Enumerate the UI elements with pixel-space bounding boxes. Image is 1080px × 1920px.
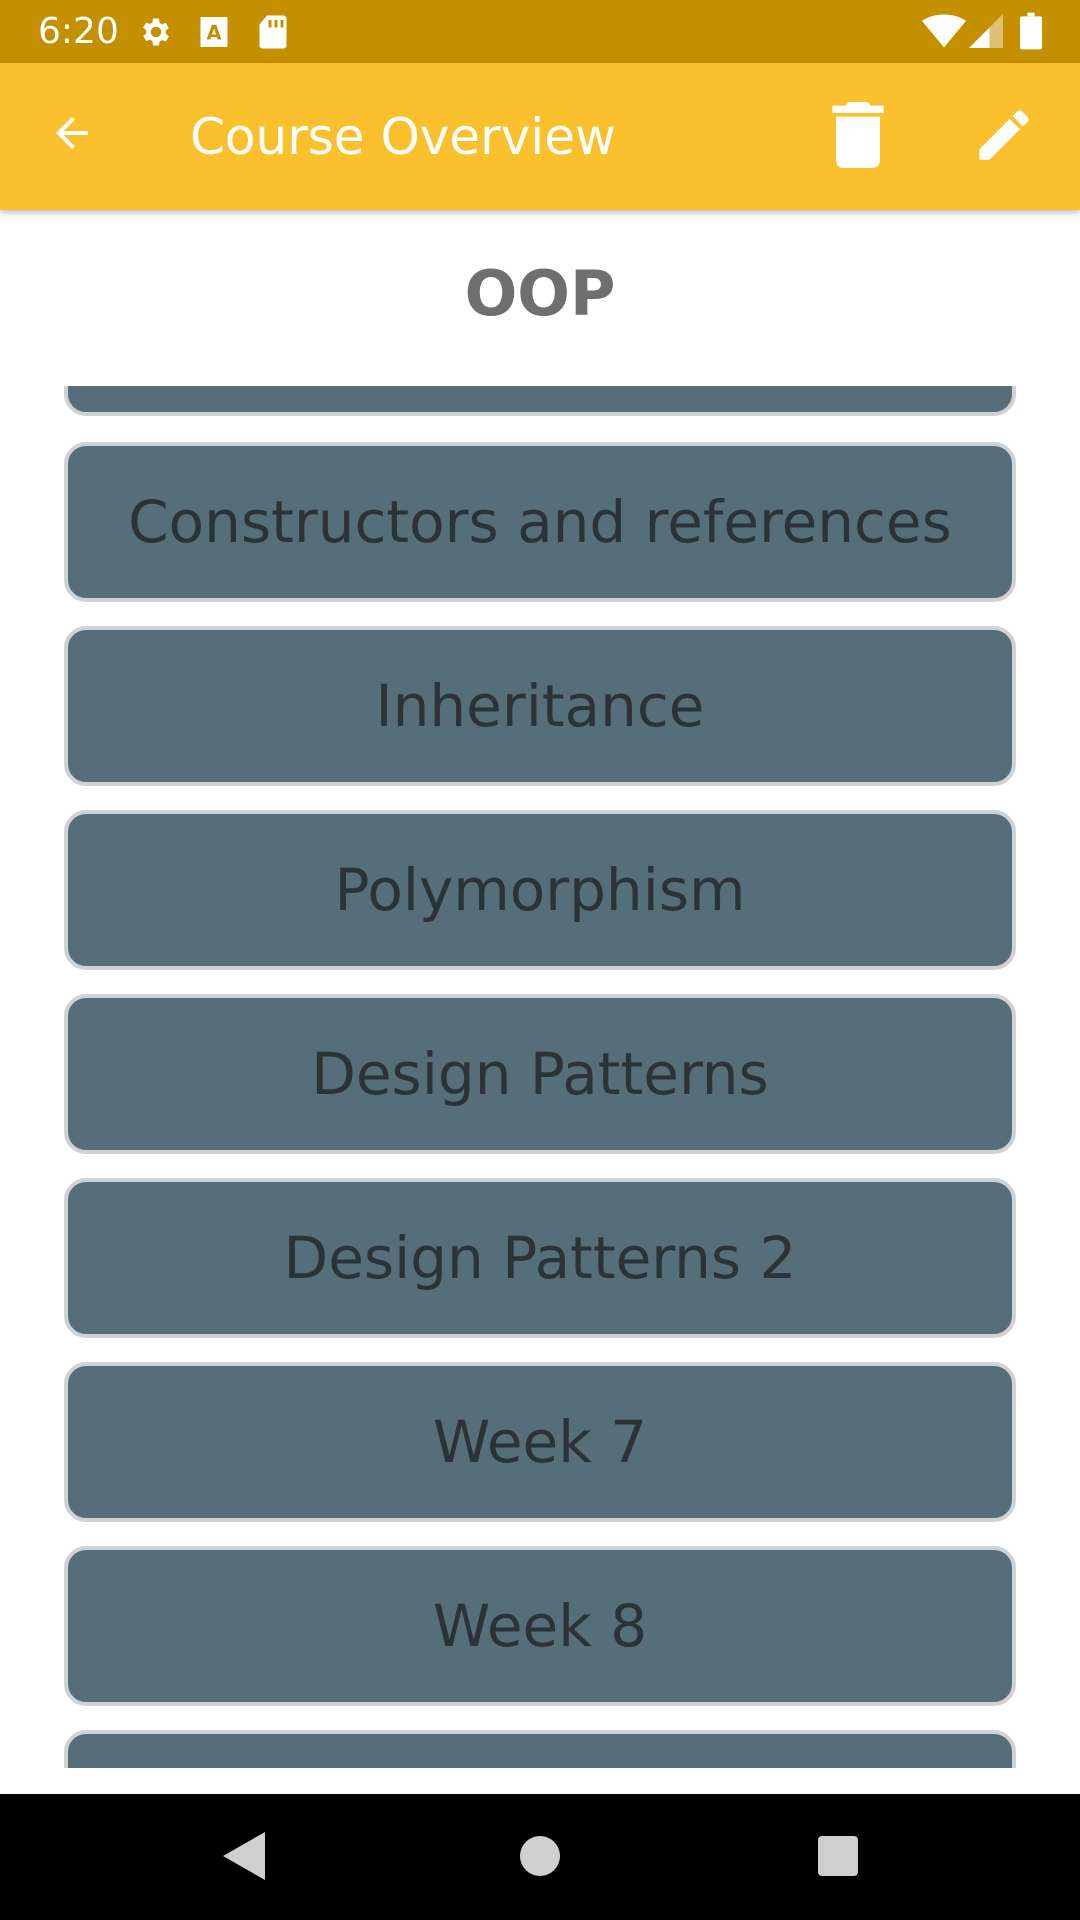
course-title: OOP — [464, 257, 616, 330]
svg-text:A: A — [206, 22, 221, 45]
week-item[interactable] — [64, 1730, 1016, 1768]
weeks-list[interactable]: Constructors and references Inheritance … — [0, 386, 1080, 1768]
week-label: Constructors and references — [128, 488, 952, 556]
week-label: Design Patterns — [311, 1040, 769, 1108]
page-title: Course Overview — [190, 108, 616, 166]
week-item[interactable]: Design Patterns — [64, 994, 1016, 1154]
nav-back-button[interactable] — [200, 1814, 288, 1902]
week-item[interactable]: Week 8 — [64, 1546, 1016, 1706]
nav-recents-icon — [818, 1836, 858, 1880]
back-button[interactable] — [30, 93, 114, 177]
delete-button[interactable] — [814, 93, 902, 181]
nav-recents-button[interactable] — [794, 1814, 882, 1902]
week-item[interactable]: Design Patterns 2 — [64, 1178, 1016, 1338]
text-icon: A — [198, 14, 230, 54]
screen: 6:20 A Course Overview OOP Constructors … — [0, 0, 1080, 1920]
nav-back-icon — [223, 1832, 265, 1884]
nav-home-button[interactable] — [496, 1814, 584, 1902]
edit-button[interactable] — [960, 93, 1048, 181]
sd-card-icon — [257, 14, 289, 54]
week-label: Polymorphism — [334, 856, 746, 924]
week-label: Week 7 — [432, 1408, 648, 1476]
wifi-icon — [922, 14, 966, 52]
week-item[interactable]: Week 7 — [64, 1362, 1016, 1522]
app-bar: Course Overview — [0, 63, 1080, 210]
week-label: Week 8 — [432, 1592, 648, 1660]
week-label: Design Patterns 2 — [283, 1224, 797, 1292]
status-time: 6:20 — [38, 11, 119, 52]
week-item[interactable]: Inheritance — [64, 626, 1016, 786]
arrow-back-icon — [48, 109, 96, 161]
week-item[interactable]: Polymorphism — [64, 810, 1016, 970]
week-label: Inheritance — [375, 672, 705, 740]
pencil-icon — [971, 102, 1037, 172]
nav-home-icon — [520, 1836, 560, 1880]
battery-icon — [1020, 12, 1042, 54]
signal-icon — [968, 14, 1004, 52]
status-bar: 6:20 A — [0, 0, 1080, 63]
settings-icon — [138, 14, 174, 54]
week-item[interactable] — [64, 386, 1016, 416]
navigation-bar — [0, 1794, 1080, 1920]
trash-icon — [831, 102, 885, 172]
week-item[interactable]: Constructors and references — [64, 442, 1016, 602]
